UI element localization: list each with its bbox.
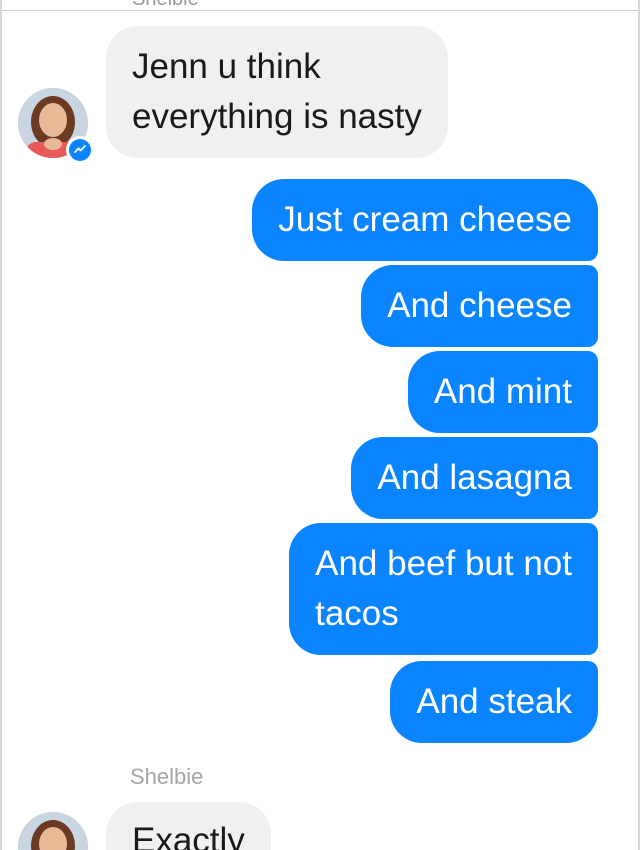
message-thread: Shelbie Jenn u think everything is nasty <box>0 0 640 850</box>
message-bubble-outgoing[interactable]: And steak <box>390 661 598 743</box>
message-line: tacos <box>315 594 399 633</box>
message-text: And steak <box>416 682 572 721</box>
messenger-icon <box>66 136 94 164</box>
sender-avatar[interactable] <box>18 812 88 850</box>
message-text: Just cream cheese <box>278 200 572 239</box>
message-bubble-incoming[interactable]: Exactly <box>106 802 271 850</box>
message-bubble-outgoing[interactable]: And mint <box>407 351 598 433</box>
sender-avatar[interactable] <box>18 88 94 164</box>
message-line: And beef but not <box>315 544 572 583</box>
message-line: Jenn u think <box>132 47 321 86</box>
message-text: And cheese <box>387 286 572 325</box>
message-text: And lasagna <box>377 458 572 497</box>
message-text: Exactly <box>132 821 245 850</box>
message-bubble-incoming[interactable]: Jenn u think everything is nasty <box>106 26 448 158</box>
sender-name: Shelbie <box>130 764 204 789</box>
avatar-photo <box>18 812 88 850</box>
top-divider <box>2 10 638 11</box>
message-text: And mint <box>433 372 572 411</box>
message-bubble-outgoing[interactable]: And beef but not tacos <box>289 523 598 655</box>
message-bubble-outgoing[interactable]: And lasagna <box>351 437 598 519</box>
message-line: everything is nasty <box>132 97 422 136</box>
message-bubble-outgoing[interactable]: And cheese <box>361 265 598 347</box>
message-bubble-outgoing[interactable]: Just cream cheese <box>252 179 598 261</box>
